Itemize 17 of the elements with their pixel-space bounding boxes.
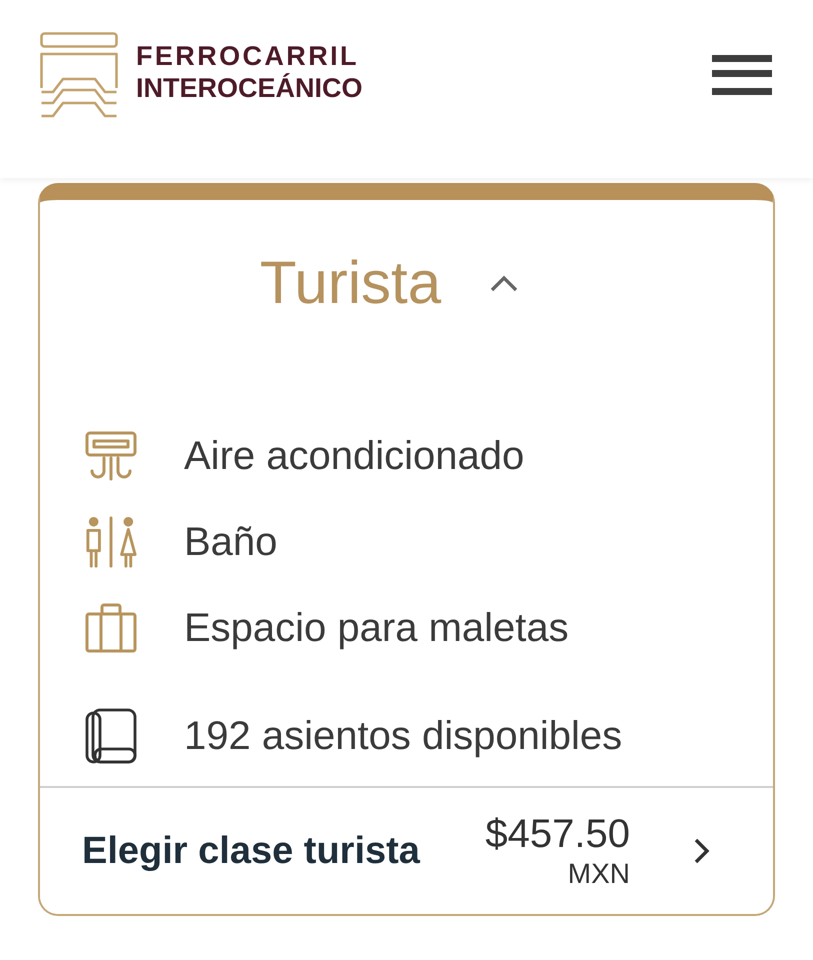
amenity-text: Aire acondicionado bbox=[184, 434, 524, 478]
restroom-icon bbox=[85, 515, 137, 569]
brand-name-text: INTEROCEÁNICO bbox=[136, 72, 363, 104]
menu-icon[interactable] bbox=[712, 55, 772, 95]
price-text: $457.50 bbox=[485, 811, 630, 857]
amenity-text: Espacio para maletas bbox=[184, 606, 569, 650]
chevron-right-icon bbox=[692, 837, 712, 865]
amenity-text: 192 asientos disponibles bbox=[184, 714, 622, 758]
amenity-text: Baño bbox=[184, 520, 278, 564]
fare-class-title: Turista bbox=[260, 248, 442, 318]
select-fare-button[interactable]: Elegir clase turista $457.50 MXN bbox=[40, 786, 773, 914]
currency-text: MXN bbox=[568, 857, 630, 891]
air-conditioner-icon bbox=[85, 431, 137, 481]
logo-icon bbox=[40, 32, 118, 118]
brand-name-text: FERROCARRIL bbox=[136, 40, 360, 72]
seat-icon bbox=[85, 708, 137, 764]
suitcase-icon bbox=[85, 603, 137, 653]
